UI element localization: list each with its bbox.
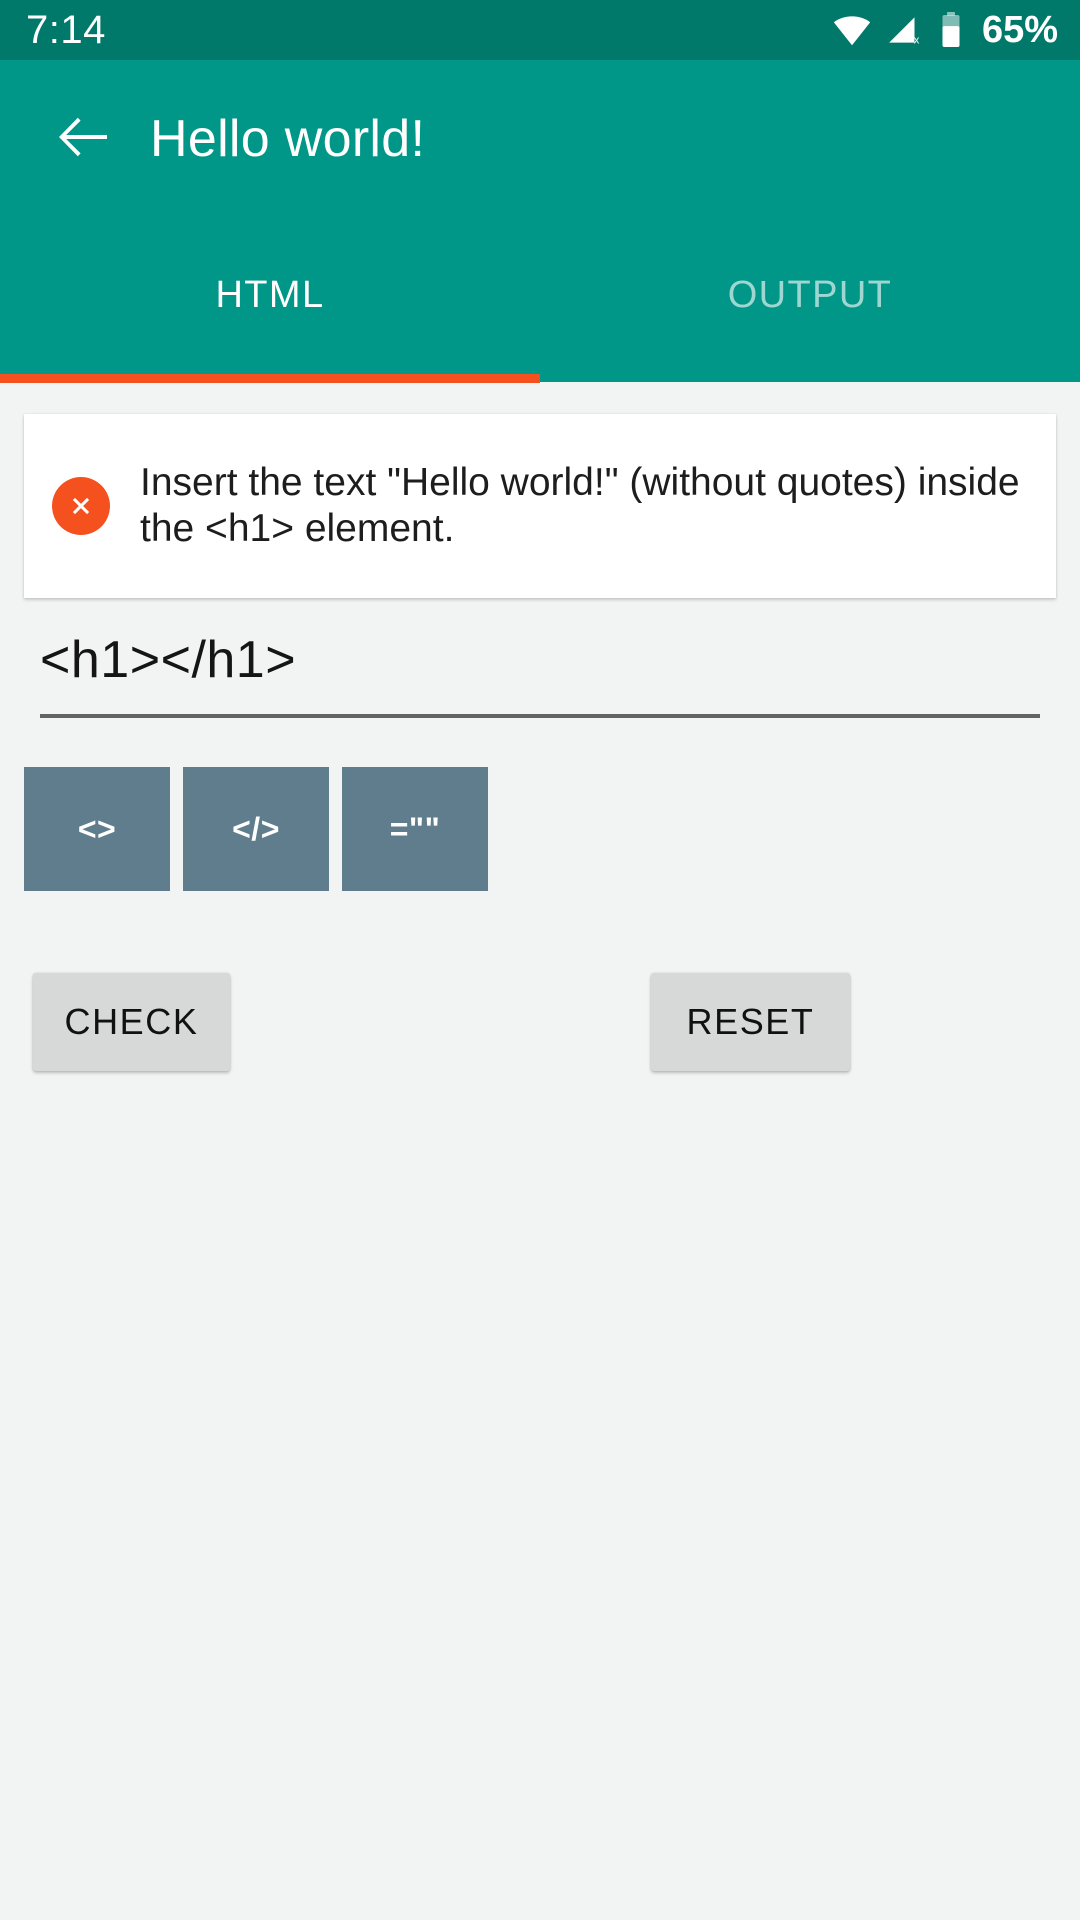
svg-text:x: x <box>914 34 920 46</box>
tag-insert-toolbar: <> </> ="" <box>24 767 488 891</box>
reset-button[interactable]: RESET <box>651 973 850 1071</box>
insert-open-tag-button[interactable]: <> <box>24 767 170 891</box>
wifi-icon <box>832 14 872 46</box>
page-title: Hello world! <box>150 110 426 168</box>
cellular-signal-off-icon: x <box>886 14 924 46</box>
instruction-card: Insert the text "Hello world!" (without … <box>24 414 1056 598</box>
battery-percentage: 65% <box>981 9 1058 51</box>
tab-output[interactable]: OUTPUT <box>540 218 1080 382</box>
instruction-text: Insert the text "Hello world!" (without … <box>140 460 1020 550</box>
tab-bar: HTML OUTPUT <box>0 218 1080 382</box>
status-bar: 7:14 x 65% <box>0 0 1080 60</box>
action-button-row: CHECK RESET <box>0 973 1080 1071</box>
app-bar-top-row: Hello world! <box>0 60 1080 218</box>
code-input-underline <box>40 714 1040 718</box>
error-circle-x-icon <box>52 477 110 535</box>
check-button[interactable]: CHECK <box>33 973 230 1071</box>
app-bar: Hello world! HTML OUTPUT <box>0 60 1080 382</box>
battery-icon <box>938 12 964 48</box>
code-input[interactable] <box>40 630 1040 714</box>
status-bar-icons: x 65% <box>832 11 1058 49</box>
tab-indicator <box>0 374 540 383</box>
insert-attribute-button[interactable]: ="" <box>342 767 488 891</box>
code-editor <box>40 630 1040 718</box>
insert-close-tag-button[interactable]: </> <box>183 767 329 891</box>
back-arrow-icon <box>55 113 111 166</box>
status-bar-clock: 7:14 <box>26 8 106 52</box>
back-button[interactable] <box>28 84 138 194</box>
tab-html[interactable]: HTML <box>0 218 540 382</box>
